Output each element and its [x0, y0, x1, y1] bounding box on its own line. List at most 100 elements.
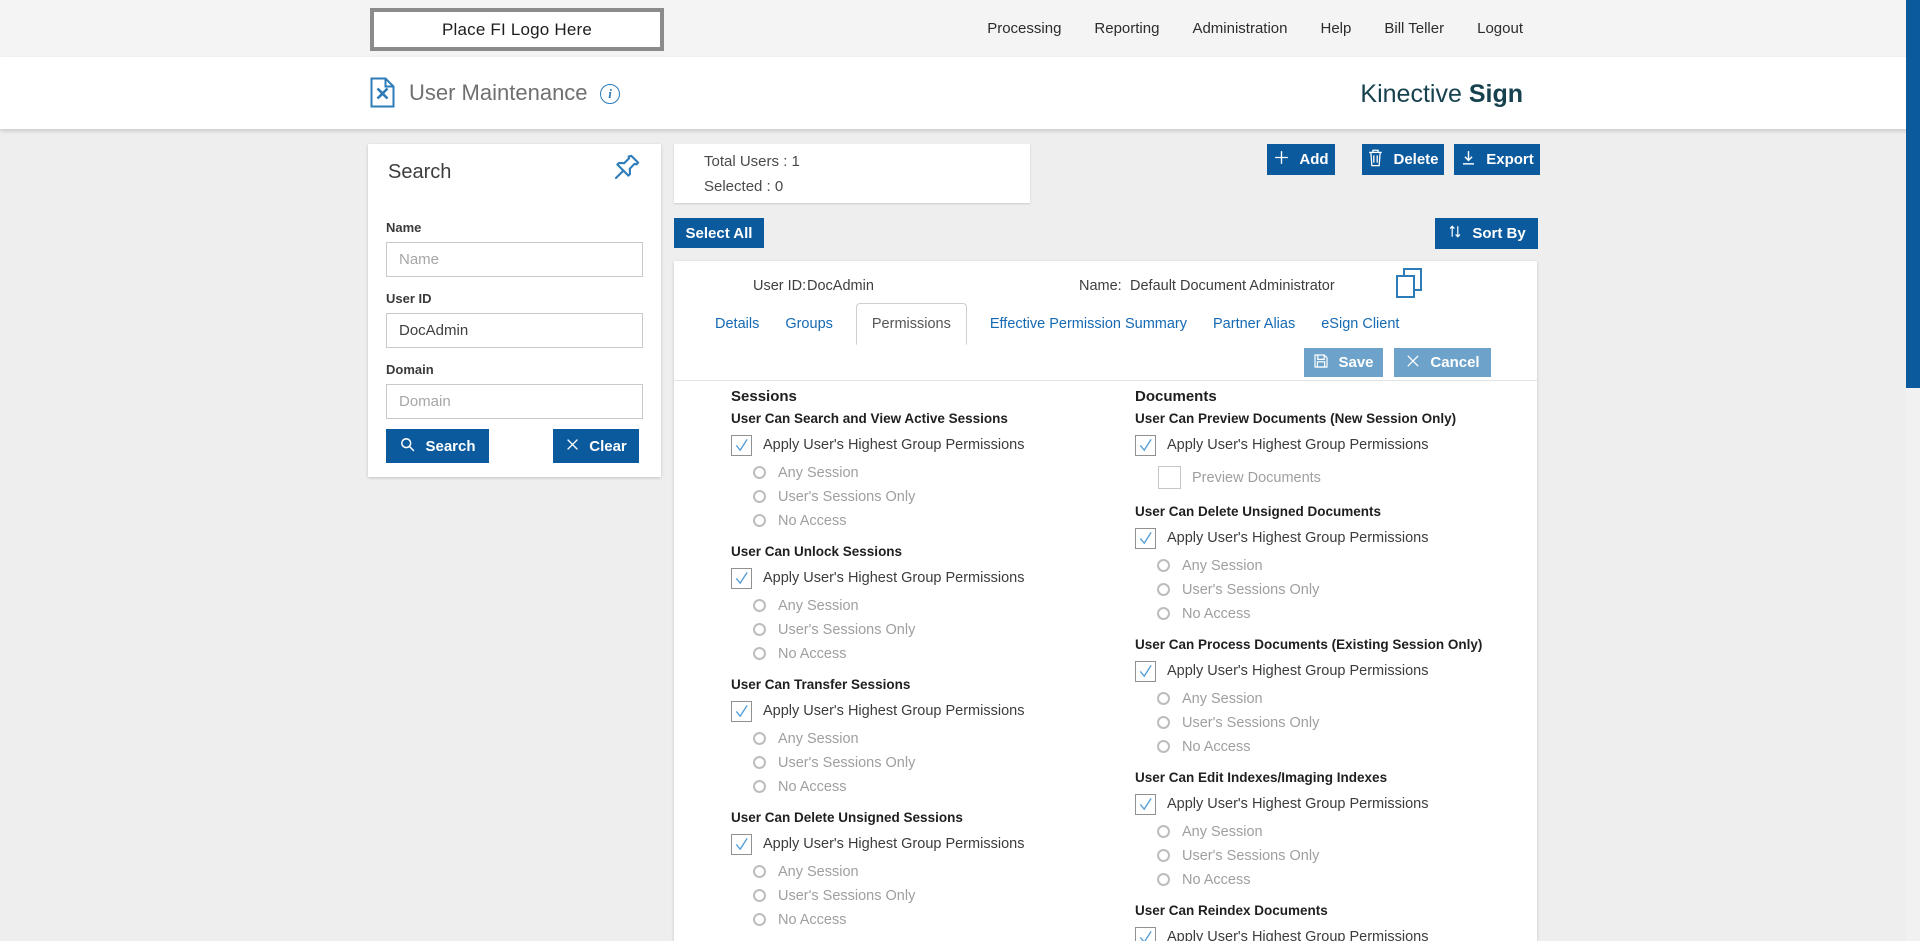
radio-no-access[interactable]	[1157, 873, 1170, 886]
radio-user-s-sessions-only[interactable]	[753, 889, 766, 902]
cancel-button[interactable]: Cancel	[1394, 348, 1491, 377]
permission-radio-row: Any Session	[1157, 557, 1517, 574]
nav-item-administration[interactable]: Administration	[1192, 20, 1287, 37]
user-actions: Add Delete Export	[1267, 144, 1540, 175]
checkbox-preview-documents[interactable]	[1158, 466, 1181, 489]
info-icon[interactable]: i	[600, 84, 620, 104]
name-input[interactable]	[386, 242, 643, 277]
vertical-scrollbar[interactable]	[1906, 0, 1920, 941]
nav-item-reporting[interactable]: Reporting	[1094, 20, 1159, 37]
nav-item-bill-teller[interactable]: Bill Teller	[1384, 20, 1444, 37]
permission-checkbox-row: Apply User's Highest Group Permissions	[1135, 434, 1517, 456]
radio-any-session[interactable]	[1157, 825, 1170, 838]
radio-user-s-sessions-only[interactable]	[1157, 583, 1170, 596]
user-id-input[interactable]	[386, 313, 643, 348]
brand-name: Kinective	[1360, 80, 1462, 108]
radio-no-access[interactable]	[1157, 607, 1170, 620]
clear-button[interactable]: Clear	[553, 429, 639, 463]
radio-any-session[interactable]	[753, 865, 766, 878]
sort-by-button[interactable]: Sort By	[1435, 218, 1538, 249]
nav-item-help[interactable]: Help	[1321, 20, 1352, 37]
radio-any-session[interactable]	[753, 732, 766, 745]
permission-radio-row: User's Sessions Only	[1157, 581, 1517, 598]
checkbox-apply-user-s-highest-group-permissions[interactable]	[1135, 527, 1156, 549]
permission-group: User Can Reindex Documents Apply User's H…	[1135, 903, 1517, 941]
pin-icon[interactable]	[607, 151, 643, 192]
permission-radio-row: Any Session	[1157, 823, 1517, 840]
permissions-column-documents: Documents User Can Preview Documents (New…	[1135, 388, 1517, 941]
page-title: User Maintenance	[409, 80, 588, 105]
brand-logo: Kinective Sign	[1360, 80, 1523, 109]
scrollbar-thumb[interactable]	[1906, 0, 1920, 388]
domain-input[interactable]	[386, 384, 643, 419]
tab-partner-alias[interactable]: Partner Alias	[1213, 316, 1295, 332]
radio-label: No Access	[1182, 605, 1251, 622]
permission-checkbox-row: Apply User's Highest Group Permissions	[731, 567, 1135, 589]
sort-arrows-icon	[1447, 223, 1463, 244]
checkbox-apply-user-s-highest-group-permissions[interactable]	[731, 434, 752, 456]
radio-any-session[interactable]	[1157, 559, 1170, 572]
permission-radio-row: User's Sessions Only	[753, 621, 1135, 638]
search-button[interactable]: Search	[386, 429, 489, 463]
select-all-button[interactable]: Select All	[674, 218, 764, 248]
delete-button[interactable]: Delete	[1362, 144, 1444, 175]
permission-group: User Can Unlock Sessions Apply User's Hig…	[731, 544, 1135, 662]
checkbox-label: Apply User's Highest Group Permissions	[1167, 796, 1429, 812]
permission-radio-row: Any Session	[753, 464, 1135, 481]
results-summary: Total Users : 1 Selected : 0	[674, 144, 1030, 203]
radio-any-session[interactable]	[753, 599, 766, 612]
tab-details[interactable]: Details	[715, 316, 759, 332]
checkbox-apply-user-s-highest-group-permissions[interactable]	[731, 833, 752, 855]
radio-user-s-sessions-only[interactable]	[1157, 849, 1170, 862]
checkbox-apply-user-s-highest-group-permissions[interactable]	[1135, 926, 1156, 941]
fi-logo-placeholder: Place FI Logo Here	[370, 8, 664, 51]
nav-item-processing[interactable]: Processing	[987, 20, 1061, 37]
user-detail-card: User ID: DocAdmin Name: Default Document…	[674, 261, 1537, 941]
save-button[interactable]: Save	[1304, 348, 1383, 377]
checkbox-apply-user-s-highest-group-permissions[interactable]	[731, 700, 752, 722]
permission-radio-row: Any Session	[753, 863, 1135, 880]
radio-user-s-sessions-only[interactable]	[1157, 716, 1170, 729]
radio-label: User's Sessions Only	[778, 621, 916, 638]
radio-label: User's Sessions Only	[778, 887, 916, 904]
user-maintenance-icon	[370, 77, 395, 113]
selected-count-text: Selected : 0	[704, 178, 784, 195]
checkbox-apply-user-s-highest-group-permissions[interactable]	[1135, 793, 1156, 815]
user-id-value: DocAdmin	[807, 278, 874, 294]
tab-esign-client[interactable]: eSign Client	[1321, 316, 1399, 332]
radio-no-access[interactable]	[1157, 740, 1170, 753]
checkbox-apply-user-s-highest-group-permissions[interactable]	[1135, 434, 1156, 456]
detail-tabs: Details Groups Permissions Effective Permis…	[715, 303, 1399, 345]
tab-effective-permission-summary[interactable]: Effective Permission Summary	[990, 316, 1187, 332]
copy-icon[interactable]	[1395, 267, 1423, 304]
permission-group-title: User Can Search and View Active Sessions	[731, 411, 1008, 426]
checkbox-label: Apply User's Highest Group Permissions	[1167, 530, 1429, 546]
save-button-label: Save	[1338, 354, 1374, 371]
radio-user-s-sessions-only[interactable]	[753, 756, 766, 769]
radio-no-access[interactable]	[753, 647, 766, 660]
radio-user-s-sessions-only[interactable]	[753, 623, 766, 636]
checkbox-apply-user-s-highest-group-permissions[interactable]	[1135, 660, 1156, 682]
radio-any-session[interactable]	[1157, 692, 1170, 705]
export-button[interactable]: Export	[1454, 144, 1540, 175]
radio-label: Any Session	[778, 730, 859, 747]
radio-no-access[interactable]	[753, 514, 766, 527]
search-panel: Search NameUser IDDomain Search Cl	[368, 144, 661, 477]
divider	[674, 380, 1537, 381]
add-button[interactable]: Add	[1267, 144, 1335, 175]
radio-label: Any Session	[778, 597, 859, 614]
nav-item-logout[interactable]: Logout	[1477, 20, 1523, 37]
permission-radio-row: User's Sessions Only	[753, 754, 1135, 771]
radio-any-session[interactable]	[753, 466, 766, 479]
permission-radio-row: User's Sessions Only	[1157, 847, 1517, 864]
tab-groups[interactable]: Groups	[785, 316, 833, 332]
checkbox-apply-user-s-highest-group-permissions[interactable]	[731, 567, 752, 589]
tab-permissions[interactable]: Permissions	[855, 303, 967, 345]
brand-product: Sign	[1468, 80, 1523, 108]
radio-no-access[interactable]	[753, 780, 766, 793]
radio-user-s-sessions-only[interactable]	[753, 490, 766, 503]
add-button-label: Add	[1299, 151, 1329, 168]
radio-no-access[interactable]	[753, 913, 766, 926]
checkbox-label: Apply User's Highest Group Permissions	[1167, 437, 1429, 453]
export-button-label: Export	[1486, 151, 1534, 168]
